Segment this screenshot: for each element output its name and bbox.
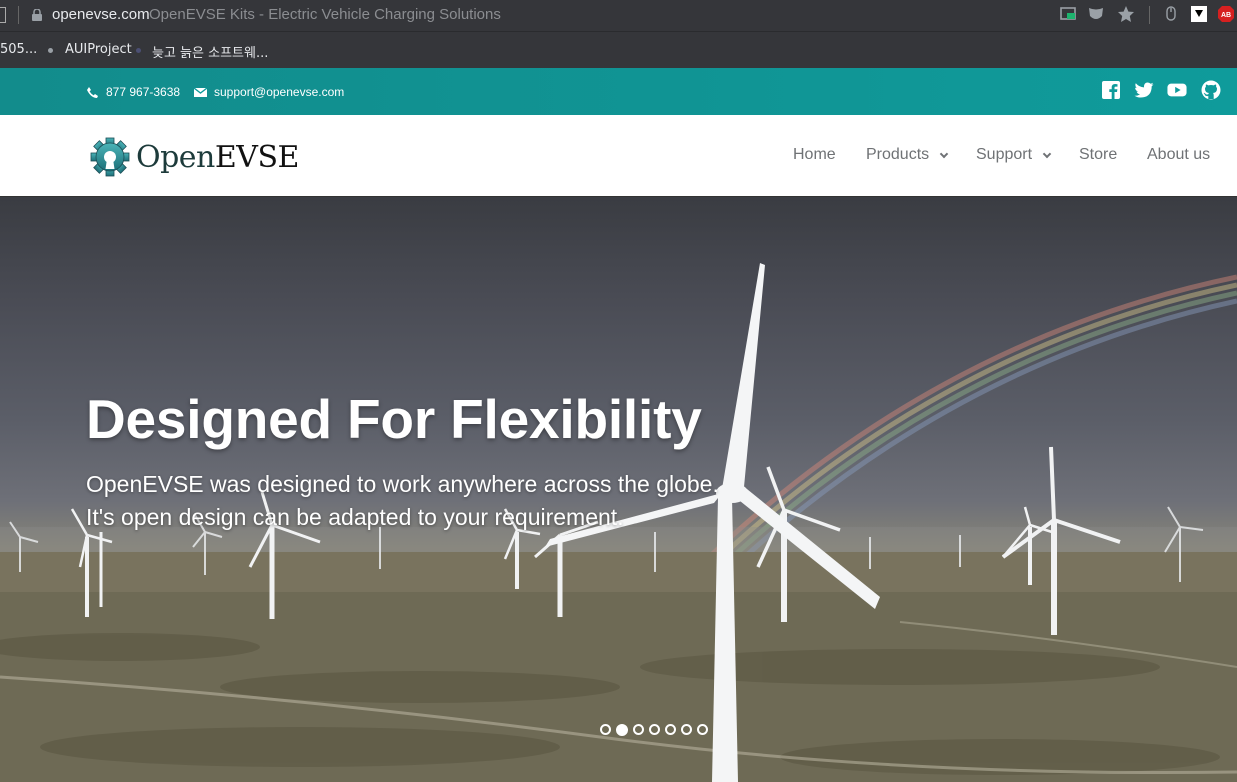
- slider-dot[interactable]: [697, 724, 708, 735]
- nav-products-label: Products: [866, 146, 930, 163]
- slider-dot[interactable]: [600, 724, 611, 735]
- logo-evse-text: EVSE: [214, 139, 300, 175]
- phone-contact[interactable]: 877 967-3638: [86, 85, 180, 99]
- chevron-down-icon: [1042, 149, 1052, 158]
- logo-wordmark: OpenEVSE: [136, 140, 299, 175]
- browser-address-bar: openevse.com OpenEVSE Kits - Electric Ve…: [0, 0, 1237, 31]
- bookmark-favicon-icon: [136, 48, 141, 53]
- nav-about-us[interactable]: About us: [1147, 146, 1210, 164]
- extension-icons: AB: [1057, 5, 1237, 25]
- slider-pagination: [600, 724, 708, 736]
- hero-slider: Designed For Flexibility OpenEVSE was de…: [0, 197, 1237, 782]
- adblock-icon[interactable]: AB: [1217, 5, 1235, 23]
- url-domain[interactable]: openevse.com: [52, 6, 150, 23]
- chevron-down-icon: [939, 149, 949, 158]
- shield-icon[interactable]: [1087, 5, 1105, 23]
- nav-store[interactable]: Store: [1079, 146, 1117, 164]
- nav-support-label: Support: [976, 146, 1033, 163]
- nav-products[interactable]: Products: [866, 146, 949, 164]
- slider-dot[interactable]: [649, 724, 660, 735]
- email-address: support@openevse.com: [214, 85, 345, 99]
- nav-home[interactable]: Home: [793, 146, 836, 164]
- email-contact[interactable]: support@openevse.com: [194, 85, 344, 99]
- hero-subtitle: OpenEVSE was designed to work anywhere a…: [86, 468, 719, 534]
- bookmark-item[interactable]: AUIProject: [65, 42, 132, 57]
- logo-open-text: Open: [136, 139, 215, 175]
- gear-logo-icon: [90, 137, 130, 177]
- slider-dot[interactable]: [665, 724, 676, 735]
- github-icon[interactable]: [1201, 80, 1221, 100]
- bookmark-favicon-icon: [48, 48, 53, 53]
- star-icon[interactable]: [1117, 5, 1135, 23]
- slider-dot[interactable]: [633, 724, 644, 735]
- tab-fragment-icon: [0, 7, 6, 23]
- lock-icon: [32, 9, 42, 21]
- svg-text:AB: AB: [1221, 12, 1231, 19]
- contact-bar: 877 967-3638 support@openevse.com: [0, 68, 1237, 115]
- mouse-icon[interactable]: [1162, 5, 1180, 23]
- hero-title: Designed For Flexibility: [86, 388, 702, 450]
- bookmarks-bar: 505... AUIProject 늦고 늙은 소프트웨...: [0, 31, 1237, 68]
- bookmark-item[interactable]: 늦고 늙은 소프트웨...: [152, 42, 268, 61]
- envelope-icon: [194, 86, 207, 97]
- facebook-icon[interactable]: [1101, 80, 1121, 100]
- hero-subtitle-line: It's open design can be adapted to your …: [86, 504, 624, 530]
- url-page-title[interactable]: OpenEVSE Kits - Electric Vehicle Chargin…: [149, 6, 501, 23]
- bookmark-item[interactable]: 505...: [0, 42, 37, 57]
- nav-store-label: Store: [1079, 146, 1118, 163]
- cast-icon[interactable]: [1059, 5, 1077, 23]
- slider-dot[interactable]: [616, 724, 628, 736]
- slider-dot[interactable]: [681, 724, 692, 735]
- nav-about-us-label: About us: [1147, 146, 1211, 163]
- nav-support[interactable]: Support: [976, 146, 1052, 164]
- nav-home-label: Home: [793, 146, 836, 163]
- twitter-icon[interactable]: [1134, 80, 1154, 100]
- phone-icon: [87, 86, 98, 98]
- site-logo[interactable]: OpenEVSE: [88, 137, 299, 177]
- download-icon[interactable]: [1190, 5, 1208, 23]
- site-header: OpenEVSE Home Products Support Store Abo…: [0, 115, 1237, 197]
- phone-number: 877 967-3638: [106, 85, 181, 99]
- separator: [1149, 6, 1150, 24]
- hero-subtitle-line: OpenEVSE was designed to work anywhere a…: [86, 471, 719, 497]
- youtube-icon[interactable]: [1167, 80, 1187, 100]
- separator: [18, 6, 19, 24]
